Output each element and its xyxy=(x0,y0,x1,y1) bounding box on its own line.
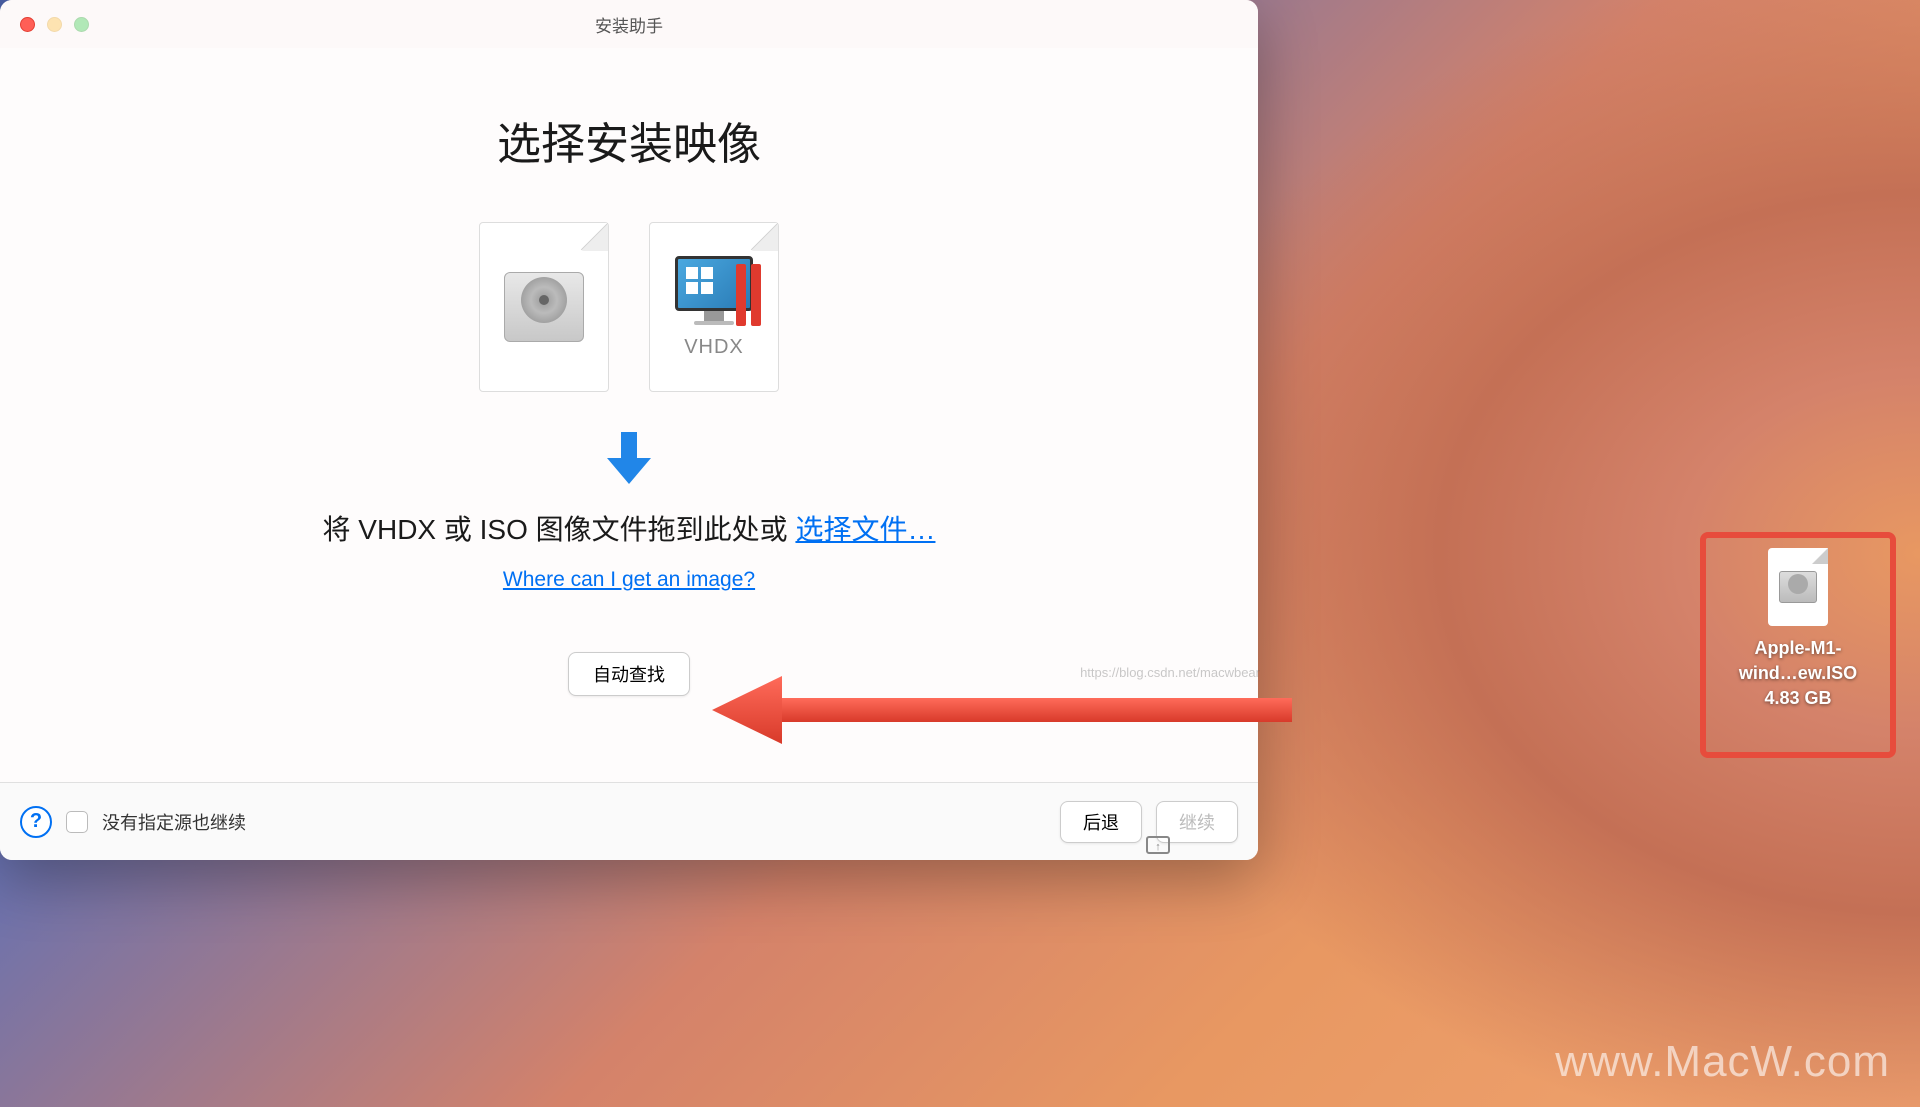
drag-instruction: 将 VHDX 或 ISO 图像文件拖到此处或 选择文件… xyxy=(323,508,936,548)
choose-file-link[interactable]: 选择文件… xyxy=(795,514,935,545)
desktop-iso-file[interactable]: Apple-M1- wind…ew.ISO 4.83 GB xyxy=(1700,532,1896,758)
traffic-lights xyxy=(0,17,89,32)
footer-bar: ? 没有指定源也继续 后退 继续 xyxy=(0,782,1258,860)
instruction-text: 将 VHDX 或 ISO 图像文件拖到此处或 xyxy=(323,514,796,545)
help-button[interactable]: ? xyxy=(20,806,52,838)
content-area[interactable]: 选择安装映像 VHDX 将 VHDX 或 xyxy=(0,48,1258,782)
continue-without-source-checkbox[interactable] xyxy=(66,811,88,833)
maximize-button xyxy=(74,17,89,32)
monitor-icon xyxy=(675,256,753,328)
back-button[interactable]: 后退 xyxy=(1060,801,1142,843)
titlebar: 安装助手 xyxy=(0,0,1258,48)
window-title: 安装助手 xyxy=(595,12,663,37)
image-type-options: VHDX xyxy=(479,222,779,392)
display-mode-icon[interactable] xyxy=(1146,836,1170,854)
checkbox-label: 没有指定源也继续 xyxy=(102,809,1046,835)
disk-icon xyxy=(504,272,584,342)
where-get-image-link[interactable]: Where can I get an image? xyxy=(503,568,755,592)
vhdx-card[interactable]: VHDX xyxy=(649,222,779,392)
arrow-down-icon xyxy=(607,432,651,484)
auto-find-button[interactable]: 自动查找 xyxy=(568,652,690,696)
vhdx-label: VHDX xyxy=(684,336,744,359)
iso-file-icon xyxy=(1768,548,1828,626)
page-heading: 选择安装映像 xyxy=(497,108,761,172)
watermark-csdn: https://blog.csdn.net/macwbear xyxy=(1080,665,1260,680)
watermark-macw: www.MacW.com xyxy=(1555,1037,1890,1087)
iso-file-name: Apple-M1- wind…ew.ISO 4.83 GB xyxy=(1739,636,1857,712)
close-button[interactable] xyxy=(20,17,35,32)
disk-image-card[interactable] xyxy=(479,222,609,392)
installer-window: 安装助手 选择安装映像 VHDX xyxy=(0,0,1258,860)
minimize-button xyxy=(47,17,62,32)
